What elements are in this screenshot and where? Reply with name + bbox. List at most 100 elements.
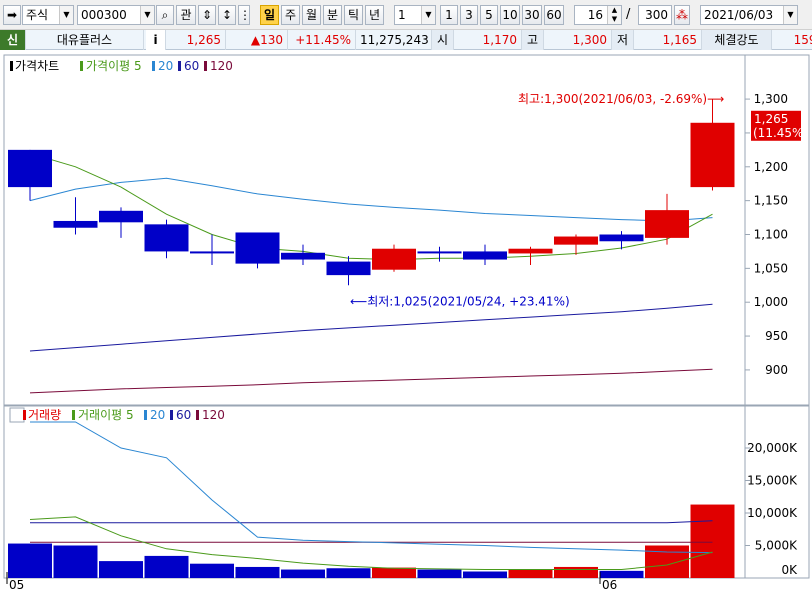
volume-bar: [554, 566, 598, 578]
stock-code-value: 000300: [81, 8, 127, 22]
legend-swatch-ma20: [152, 61, 155, 71]
candle-body: [281, 252, 325, 260]
unit-5-button[interactable]: 5: [480, 5, 498, 25]
unit-10-button[interactable]: 10: [500, 5, 520, 25]
volume-tick-label: 10,000K: [747, 506, 798, 520]
period-day-button[interactable]: 일: [260, 5, 279, 25]
candle-body: [190, 251, 234, 254]
period-week-button[interactable]: 주: [281, 5, 300, 25]
high-price: 1,300: [544, 30, 612, 50]
legend-volume-ma20: 20: [150, 408, 165, 422]
candle-body: [554, 236, 598, 245]
legend-volume-ma60: 60: [176, 408, 191, 422]
price-volume-chart[interactable]: 가격차트 가격이평 5 20 60 120 거래량 거래이평 5 20 60 1…: [0, 52, 812, 592]
low-price: 1,165: [634, 30, 702, 50]
legend-swatch-vol-ma120: [196, 410, 199, 420]
date-input[interactable]: 2021/06/03 ▼: [700, 5, 798, 25]
candle-body: [645, 210, 689, 238]
high-label: 고: [522, 30, 544, 50]
strength-value: 159.6: [793, 33, 812, 47]
total-count-value: 300: [645, 8, 668, 22]
info-button[interactable]: i: [146, 30, 166, 50]
volume-tick-label: 15,000K: [747, 474, 798, 488]
current-price-tag-value: 1,265: [754, 112, 788, 126]
new-badge: 신: [0, 30, 26, 50]
candle-body: [690, 122, 735, 188]
min-price-annotation: ⟵최저:1,025(2021/05/24, +23.41%): [350, 294, 570, 308]
legend-price-ma120: 120: [210, 59, 233, 73]
legend-swatch-price: [10, 61, 13, 71]
volume-tick-label: 20,000K: [747, 441, 798, 455]
open-label: 시: [432, 30, 454, 50]
volume-bar: [645, 545, 689, 578]
volume-bar: [508, 569, 553, 578]
candle-body: [599, 234, 644, 242]
legend-swatch-vol-ma60: [170, 410, 173, 420]
unit-3-button[interactable]: 3: [460, 5, 478, 25]
candle-body: [53, 220, 98, 228]
volume-bar: [53, 545, 98, 578]
candle-body: [417, 251, 462, 254]
current-price-tag: 1,265 (11.45%): [751, 110, 808, 141]
volume-bar: [599, 570, 644, 578]
stock-name: 대유플러스: [26, 30, 144, 50]
price-tick-label: 1,000: [754, 295, 788, 309]
link-icon[interactable]: ➡: [3, 5, 21, 25]
market-select[interactable]: 주식 ▼: [22, 5, 74, 25]
low-label: 저: [612, 30, 634, 50]
max-price-annotation: 최고:1,300(2021/06/03, -2.69%)⟶: [518, 92, 724, 106]
menu-icon[interactable]: ⋮: [238, 5, 251, 25]
date-value: 2021/06/03: [704, 8, 774, 22]
chevron-down-icon: ▼: [59, 6, 73, 24]
price-tick-label: 1,300: [754, 92, 788, 106]
zoom-icon[interactable]: ⁂: [674, 5, 690, 25]
volume-bar: [99, 561, 143, 578]
candle-body: [372, 248, 416, 270]
volume-tick-label: 0K: [781, 563, 798, 577]
period-tick-button[interactable]: 틱: [344, 5, 363, 25]
chevron-down-icon: ▼: [140, 6, 154, 24]
unit-select[interactable]: 1 ▼: [394, 5, 436, 25]
stepper-arrows-icon: ▲ ▼: [607, 6, 621, 24]
legend-swatch-ma5: [80, 61, 83, 71]
volume-bar: [281, 569, 325, 578]
trade-volume: 11,275,243: [356, 30, 432, 50]
total-count-input[interactable]: 300: [638, 5, 672, 25]
legend-swatch-vol-ma5: [72, 410, 75, 420]
toolbar: ➡ 주식 ▼ 000300 ▼ ⌕ 관 ⇕ ↕ ⋮ 일 주 월 분 틱 년 1 ▼ 1…: [0, 0, 812, 30]
volume-bar: [690, 504, 735, 578]
volume-bar: [463, 571, 507, 578]
candle-body: [235, 232, 280, 264]
volume-bar: [8, 543, 52, 578]
count-separator: /: [626, 7, 631, 22]
change-percent: +11.45%: [288, 30, 356, 50]
price-tick-label: 1,200: [754, 160, 788, 174]
legend-volume-ma5: 거래이평 5: [78, 408, 134, 422]
volume-bar: [144, 555, 189, 578]
quote-bar: 신 대유플러스 i 1,265 ▲130 +11.45% 11,275,243 …: [0, 30, 812, 50]
candle-body: [326, 261, 371, 276]
price-tick-label: 900: [765, 363, 788, 377]
unit-value: 1: [398, 8, 406, 22]
volume-bar: [372, 567, 416, 578]
scroll-icon[interactable]: ⇕: [198, 5, 216, 25]
unit-60-button[interactable]: 60: [544, 5, 564, 25]
stock-code-input[interactable]: 000300 ▼: [77, 5, 155, 25]
unit-1-button[interactable]: 1: [440, 5, 458, 25]
volume-bar: [417, 569, 462, 578]
count-stepper[interactable]: 16 ▲ ▼: [574, 5, 622, 25]
period-minute-button[interactable]: 분: [323, 5, 342, 25]
period-year-button[interactable]: 년: [365, 5, 384, 25]
price-tick-label: 1,050: [754, 261, 788, 275]
watch-button[interactable]: 관: [176, 5, 196, 25]
legend-swatch-ma60: [178, 61, 181, 71]
search-icon[interactable]: ⌕: [156, 5, 174, 25]
count-value: 16: [587, 8, 603, 22]
legend-swatch-ma120: [204, 61, 207, 71]
legend-swatch-vol-ma20: [144, 410, 147, 420]
legend-price-ma20: 20: [158, 59, 173, 73]
legend-swatch-volume-bar: [23, 410, 26, 420]
up-down-arrows-icon[interactable]: ↕: [218, 5, 236, 25]
period-month-button[interactable]: 월: [302, 5, 321, 25]
unit-30-button[interactable]: 30: [522, 5, 542, 25]
